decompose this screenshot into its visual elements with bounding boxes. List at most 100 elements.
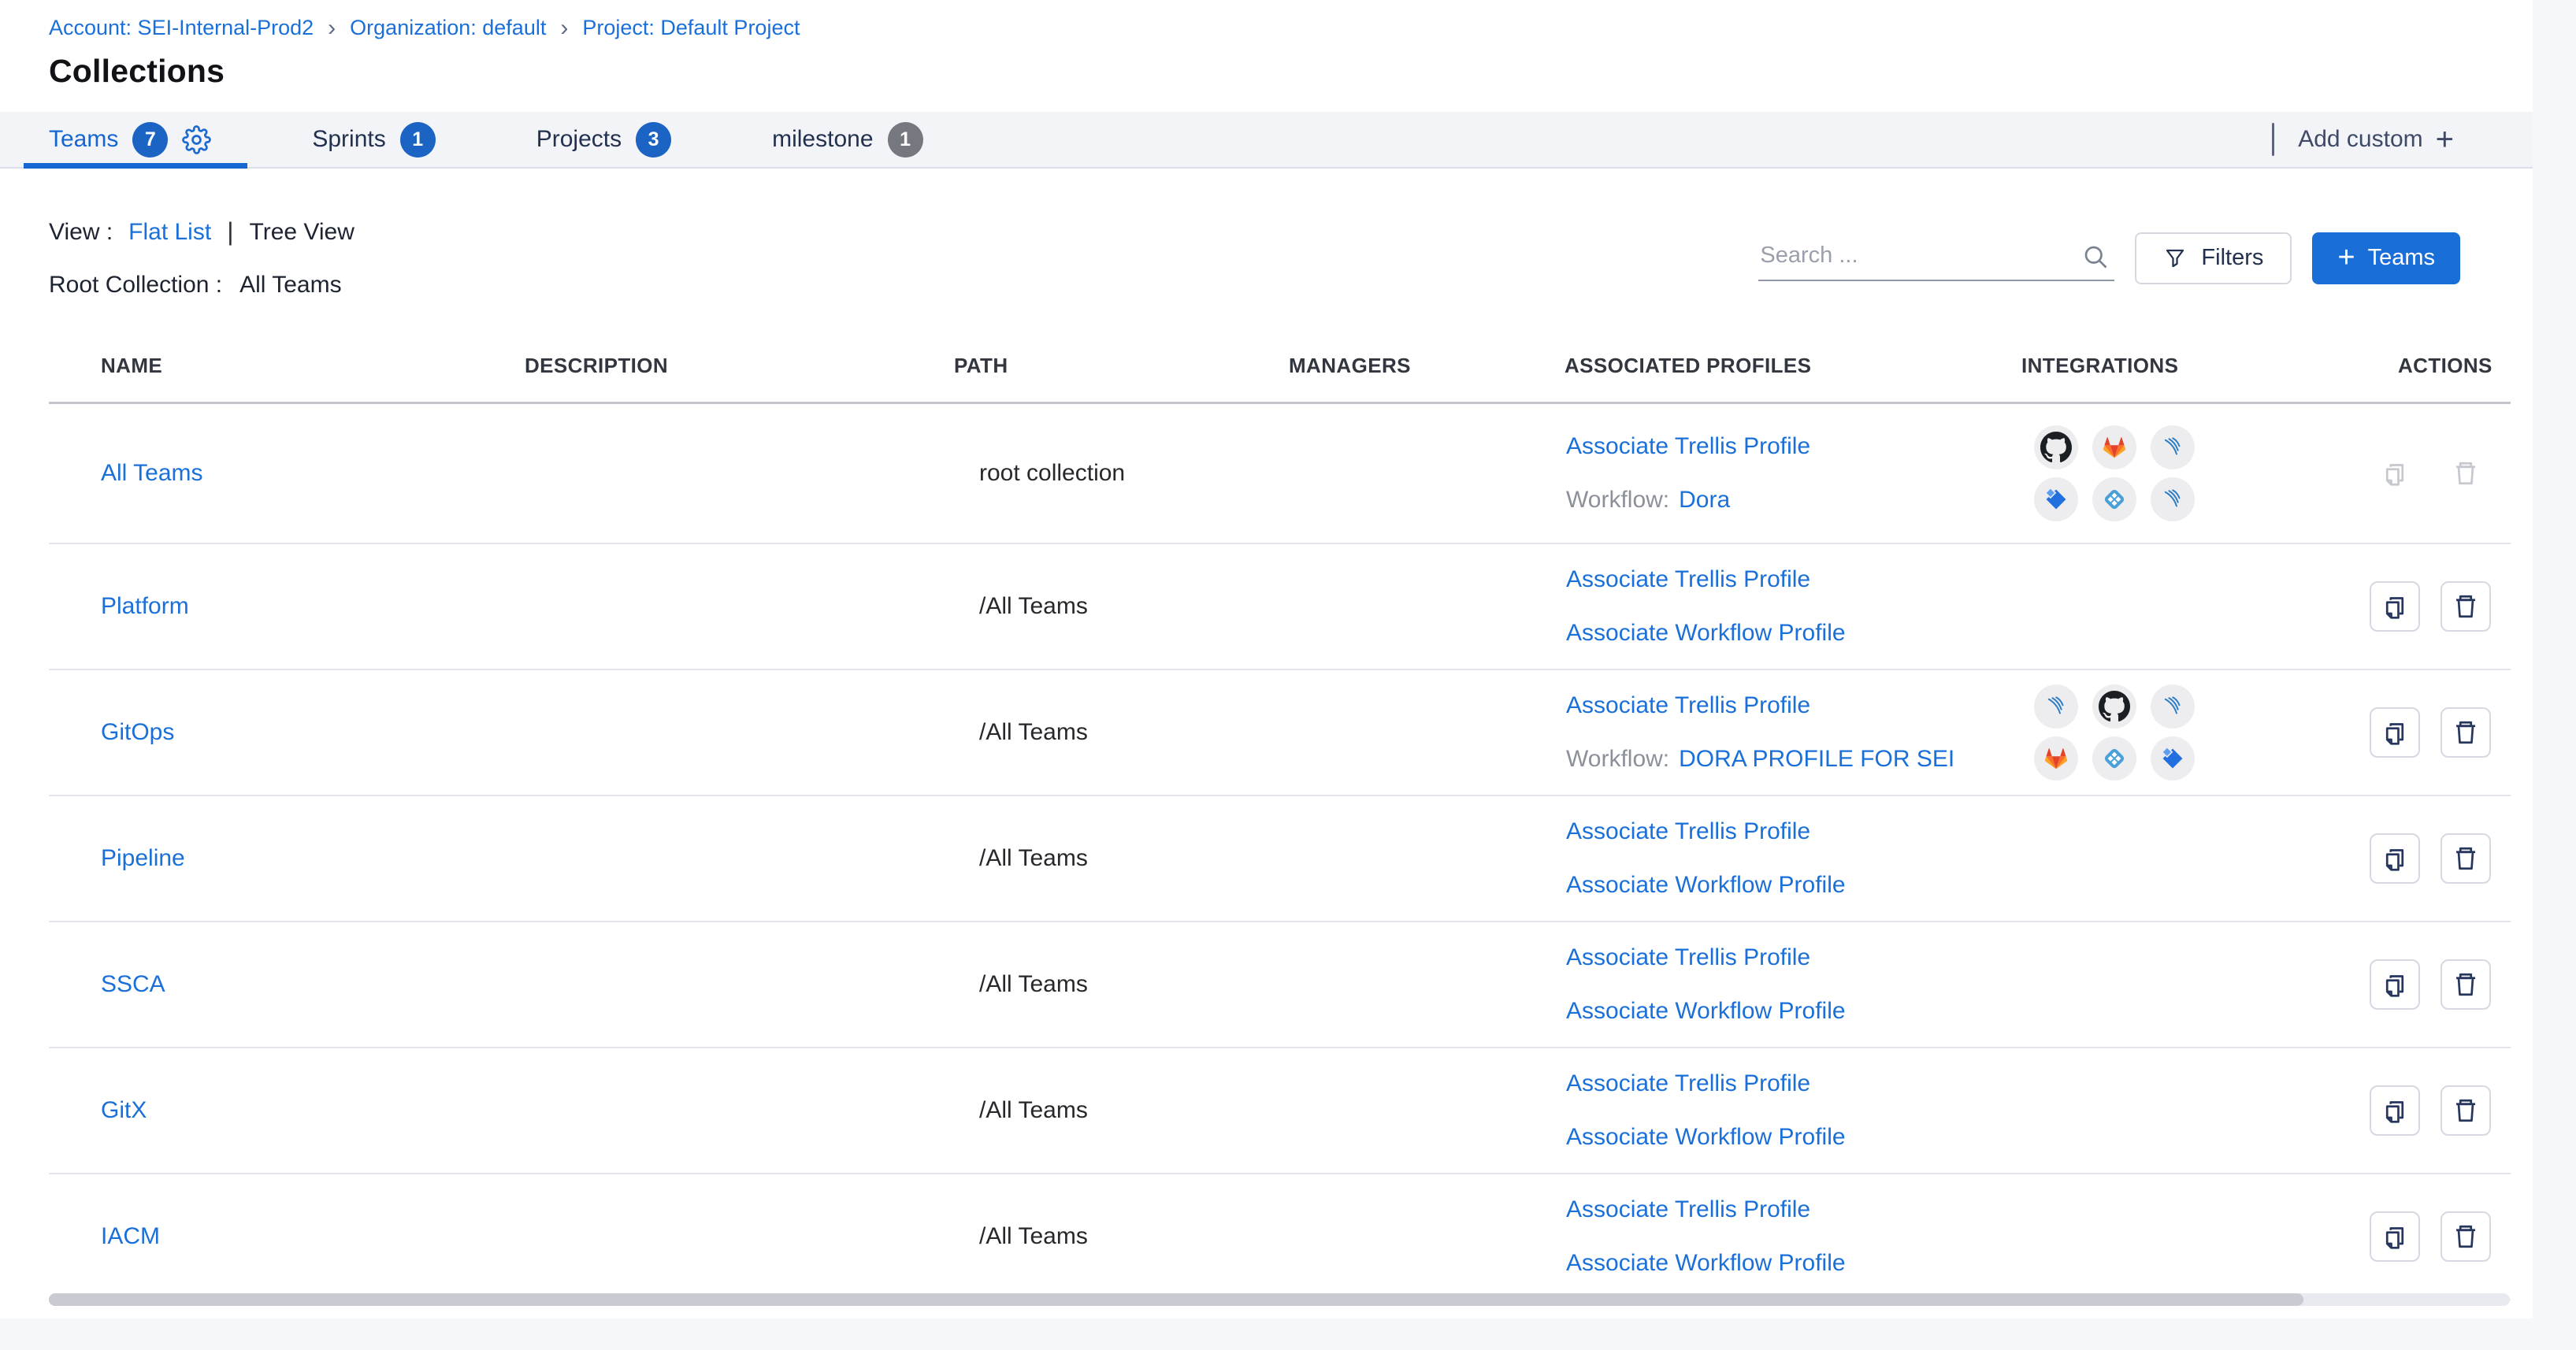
associated-profiles-cell: Associate Trellis Profile Associate Workf…: [1546, 1196, 2003, 1277]
integration-icon-gitlab[interactable]: [2034, 736, 2078, 781]
tabs: Teams7 Sprints1 Projects3 milestone 1: [49, 112, 923, 167]
collection-name-link[interactable]: Pipeline: [101, 845, 185, 871]
search-input[interactable]: [1758, 235, 2114, 281]
tab-teams[interactable]: Teams7: [49, 112, 211, 167]
add-custom-button[interactable]: Add custom +: [2298, 126, 2454, 153]
search-box: [1758, 235, 2114, 281]
profile-link[interactable]: Associate Trellis Profile: [1566, 433, 1810, 459]
tab-count-badge: 3: [636, 122, 671, 158]
tab-milestone[interactable]: milestone 1: [772, 112, 922, 167]
tab-label: milestone: [772, 126, 873, 153]
copy-button[interactable]: [2370, 707, 2420, 758]
breadcrumb-link[interactable]: Project: Default Project: [582, 16, 800, 40]
integration-icon-jira[interactable]: [2151, 736, 2195, 781]
add-custom-label: Add custom: [2298, 126, 2422, 153]
profile-link[interactable]: Associate Workflow Profile: [1566, 620, 1846, 646]
integration-icon-github[interactable]: [2092, 684, 2136, 729]
integration-icon-gitlab[interactable]: [2092, 425, 2136, 469]
profile-link[interactable]: Associate Workflow Profile: [1566, 998, 1846, 1024]
associated-profiles-cell: Associate Trellis ProfileWorkflow:DORA P…: [1546, 692, 2003, 773]
profile-link[interactable]: Associate Trellis Profile: [1566, 566, 1810, 592]
integration-icon-swoosh[interactable]: [2034, 684, 2078, 729]
profile-link[interactable]: Associate Workflow Profile: [1566, 1250, 1846, 1276]
view-label: View :: [49, 219, 113, 246]
integration-icon-swoosh[interactable]: [2151, 684, 2195, 729]
delete-button[interactable]: [2441, 1211, 2491, 1262]
delete-button[interactable]: [2441, 959, 2491, 1010]
copy-button[interactable]: [2370, 1211, 2420, 1262]
copy-icon: [2381, 459, 2409, 488]
profile-link[interactable]: Associate Trellis Profile: [1566, 1070, 1810, 1096]
collections-page: Account: SEI-Internal-Prod2 › Organization…: [0, 0, 2533, 1318]
delete-button: [2441, 448, 2491, 499]
tab-sprints[interactable]: Sprints1: [312, 112, 435, 167]
collection-name-link[interactable]: Platform: [101, 593, 189, 619]
collection-name-link[interactable]: GitX: [101, 1097, 147, 1123]
copy-button[interactable]: [2370, 1085, 2420, 1136]
horizontal-scrollbar[interactable]: [49, 1293, 2510, 1306]
actions-cell: [2357, 833, 2511, 884]
profile-line: Associate Workflow Profile: [1566, 620, 2003, 647]
integration-icon-swoosh[interactable]: [2151, 477, 2195, 521]
profile-link[interactable]: Dora: [1679, 487, 1730, 513]
copy-button[interactable]: [2370, 581, 2420, 632]
integrations-cell: [2003, 425, 2357, 521]
profile-line: Associate Trellis Profile: [1566, 433, 2003, 460]
tab-count-badge: 1: [400, 122, 436, 158]
collection-name-link[interactable]: IACM: [101, 1223, 160, 1249]
toolbar: View : Flat List | Tree View Root Collec…: [49, 217, 2460, 299]
copy-button[interactable]: [2370, 833, 2420, 884]
breadcrumb-separator: ›: [326, 17, 337, 39]
profile-link[interactable]: Associate Workflow Profile: [1566, 872, 1846, 898]
trash-icon: [2452, 1222, 2480, 1251]
column-header-description: DESCRIPTION: [506, 354, 935, 378]
copy-button[interactable]: [2370, 959, 2420, 1010]
profile-link[interactable]: DORA PROFILE FOR SEI: [1679, 746, 1954, 772]
copy-icon: [2381, 1096, 2409, 1125]
add-teams-button[interactable]: + Teams: [2312, 232, 2460, 284]
integration-icon-jira[interactable]: [2034, 477, 2078, 521]
view-flat-list[interactable]: Flat List: [128, 219, 211, 246]
profile-link[interactable]: Associate Workflow Profile: [1566, 1124, 1846, 1150]
path-cell: root collection: [935, 460, 1270, 487]
trash-icon: [2452, 844, 2480, 873]
profile-link[interactable]: Associate Trellis Profile: [1566, 1196, 1810, 1222]
integrations-cell: [2003, 684, 2357, 781]
collection-name-link[interactable]: GitOps: [101, 719, 174, 745]
view-tree-view[interactable]: Tree View: [250, 219, 354, 246]
associated-profiles-cell: Associate Trellis Profile Associate Workf…: [1546, 944, 2003, 1025]
tab-count-badge: 1: [888, 122, 923, 158]
table-row-iacm: IACM/All TeamsAssociate Trellis ProfileA…: [49, 1174, 2511, 1300]
table-row-pipeline: Pipeline/All TeamsAssociate Trellis Prof…: [49, 796, 2511, 922]
table-header: NAMEDESCRIPTIONPATHMANAGERSASSOCIATED PR…: [49, 341, 2511, 404]
profile-link[interactable]: Associate Trellis Profile: [1566, 692, 1810, 718]
collection-name-link[interactable]: All Teams: [101, 460, 203, 486]
profile-line: Workflow:Dora: [1566, 487, 2003, 514]
delete-button[interactable]: [2441, 1085, 2491, 1136]
profile-link[interactable]: Associate Trellis Profile: [1566, 944, 1810, 970]
actions-cell: [2357, 581, 2511, 632]
gear-icon[interactable]: [182, 125, 211, 154]
delete-button[interactable]: [2441, 833, 2491, 884]
integration-icon-diamond-grid[interactable]: [2092, 736, 2136, 781]
profile-link[interactable]: Associate Trellis Profile: [1566, 818, 1810, 844]
delete-button[interactable]: [2441, 581, 2491, 632]
integration-icon-github[interactable]: [2034, 425, 2078, 469]
breadcrumb-link[interactable]: Organization: default: [350, 16, 546, 40]
integration-icon-diamond-grid[interactable]: [2092, 477, 2136, 521]
associated-profiles-cell: Associate Trellis Profile Workflow:Dora: [1546, 433, 2003, 514]
delete-button[interactable]: [2441, 707, 2491, 758]
topbar: Account: SEI-Internal-Prod2 › Organization…: [0, 0, 2533, 90]
filters-button[interactable]: Filters: [2135, 232, 2292, 284]
collection-name-link[interactable]: SSCA: [101, 971, 165, 997]
divider: |: [227, 217, 233, 247]
view-line: View : Flat List | Tree View: [49, 217, 354, 247]
tab-projects[interactable]: Projects3: [536, 112, 671, 167]
table-body: All Teams root collection Associate Trelli…: [49, 404, 2511, 1300]
profile-line: Associate Trellis Profile: [1566, 1070, 2003, 1097]
integration-icon-swoosh[interactable]: [2151, 425, 2195, 469]
scrollbar-thumb[interactable]: [49, 1293, 2303, 1306]
breadcrumb-link[interactable]: Account: SEI-Internal-Prod2: [49, 16, 314, 40]
path-cell: /All Teams: [935, 719, 1270, 746]
associated-profiles-cell: Associate Trellis Profile Associate Workf…: [1546, 1070, 2003, 1151]
